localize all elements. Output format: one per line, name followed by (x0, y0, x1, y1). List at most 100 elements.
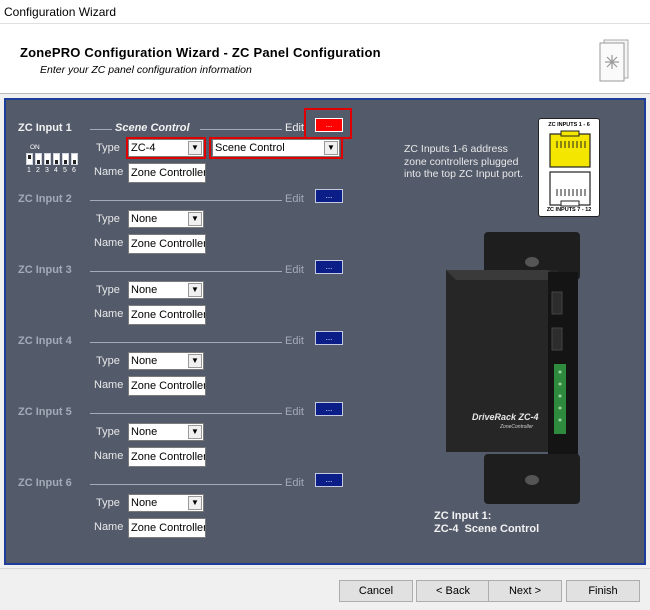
type-value: None (131, 355, 158, 367)
page-subtitle: Enter your ZC panel configuration inform… (40, 64, 252, 76)
dip-on-label: ON (30, 144, 40, 151)
name-label: Name (94, 379, 124, 391)
zc-input-label: ZC Input 4 (18, 335, 72, 347)
divider (90, 129, 112, 130)
zc-input-2-section: ZC Input 2 Edit ... (18, 189, 348, 207)
caption-line-1: ZC Input 1: (434, 510, 492, 522)
dip-number: 1 (27, 167, 31, 174)
dip-switch-icon: ON 1 2 3 4 5 6 (24, 144, 84, 174)
dip-switch (26, 153, 33, 165)
edit-button[interactable]: ... (315, 402, 343, 416)
edit-label: Edit (285, 335, 304, 347)
name-input[interactable]: Zone Controller (128, 234, 206, 254)
type-label: Type (96, 142, 120, 154)
dip-switch (44, 153, 51, 165)
divider (200, 129, 282, 130)
name-input[interactable]: Zone Controller (128, 163, 206, 183)
window-title: Configuration Wizard (4, 5, 117, 19)
name-label: Name (94, 450, 124, 462)
divider (90, 342, 282, 343)
zc4-device-image (446, 232, 580, 504)
type-label: Type (96, 426, 120, 438)
finish-button[interactable]: Finish (566, 580, 640, 602)
chevron-down-icon[interactable]: ▼ (188, 354, 202, 368)
wizard-icon (599, 39, 629, 82)
name-label: Name (94, 308, 124, 320)
type-value: None (131, 426, 158, 438)
type-label: Type (96, 213, 120, 225)
mode-label: Scene Control (115, 122, 190, 134)
chevron-down-icon[interactable]: ▼ (188, 212, 202, 226)
type-value: None (131, 497, 158, 509)
type-select[interactable]: None ▼ (128, 494, 204, 512)
next-button[interactable]: Next > (488, 580, 562, 602)
type-label: Type (96, 497, 120, 509)
zc-panel: ZC Input 1 Scene Control Edit ... ON 1 2… (4, 98, 646, 565)
type-value: None (131, 284, 158, 296)
dip-number: 3 (45, 167, 49, 174)
page-title: ZonePRO Configuration Wizard - ZC Panel … (20, 45, 381, 60)
type-select[interactable]: None ▼ (128, 352, 204, 370)
edit-label: Edit (285, 477, 304, 489)
chevron-down-icon[interactable]: ▼ (188, 283, 202, 297)
zc-input-4-section: ZC Input 4 Edit ... (18, 331, 348, 349)
dip-switch (35, 153, 42, 165)
name-label: Name (94, 237, 124, 249)
cancel-button[interactable]: Cancel (339, 580, 413, 602)
dip-switch (71, 153, 78, 165)
zc-input-3-section: ZC Input 3 Edit ... (18, 260, 348, 278)
highlight-box (304, 108, 352, 139)
name-input[interactable]: Zone Controller (128, 447, 206, 467)
name-input[interactable]: Zone Controller (128, 518, 206, 538)
wizard-header: ZonePRO Configuration Wizard - ZC Panel … (0, 24, 650, 94)
type-label: Type (96, 284, 120, 296)
info-text: ZC Inputs 1-6 address zone controllers p… (404, 143, 524, 180)
zc-input-label: ZC Input 5 (18, 406, 72, 418)
dip-number: 2 (36, 167, 40, 174)
dip-number: 5 (63, 167, 67, 174)
dip-number: 4 (54, 167, 58, 174)
zc-input-label: ZC Input 1 (18, 122, 72, 134)
chevron-down-icon[interactable]: ▼ (188, 496, 202, 510)
edit-button[interactable]: ... (315, 260, 343, 274)
type-select[interactable]: None ▼ (128, 281, 204, 299)
type-label: Type (96, 355, 120, 367)
type-select[interactable]: None ▼ (128, 423, 204, 441)
back-button[interactable]: < Back (416, 580, 490, 602)
chevron-down-icon[interactable]: ▼ (188, 425, 202, 439)
edit-label: Edit (285, 406, 304, 418)
zc-input-6-section: ZC Input 6 Edit ... (18, 473, 348, 491)
divider (90, 484, 282, 485)
edit-button[interactable]: ... (315, 331, 343, 345)
highlight-box (209, 137, 343, 159)
rj45-ports-icon (549, 130, 591, 207)
dip-switch (53, 153, 60, 165)
device-brand: DriveRack ZC-4 (472, 412, 539, 422)
footer-divider (0, 568, 650, 569)
edit-label: Edit (285, 264, 304, 276)
name-input[interactable]: Zone Controller (128, 376, 206, 396)
zc-input-label: ZC Input 6 (18, 477, 72, 489)
dip-number: 6 (72, 167, 76, 174)
zc-input-label: ZC Input 3 (18, 264, 72, 276)
zc-input-1-section: ZC Input 1 Scene Control Edit ... (18, 118, 348, 136)
edit-label: Edit (285, 122, 304, 134)
zc-port-diagram: ZC INPUTS 1 - 6 ZC INPUTS 7 - 12 (538, 118, 600, 217)
dip-switch (62, 153, 69, 165)
zc-input-5-section: ZC Input 5 Edit ... (18, 402, 348, 420)
divider (90, 413, 282, 414)
title-bar: Configuration Wizard (0, 0, 650, 24)
type-value: None (131, 213, 158, 225)
edit-button[interactable]: ... (315, 189, 343, 203)
device-subtitle: ZoneController (500, 424, 534, 430)
zc-input-label: ZC Input 2 (18, 193, 72, 205)
divider (90, 200, 282, 201)
name-input[interactable]: Zone Controller (128, 305, 206, 325)
divider (90, 271, 282, 272)
type-select[interactable]: None ▼ (128, 210, 204, 228)
name-label: Name (94, 521, 124, 533)
name-label: Name (94, 166, 124, 178)
edit-label: Edit (285, 193, 304, 205)
edit-button[interactable]: ... (315, 473, 343, 487)
highlight-box (126, 137, 206, 159)
